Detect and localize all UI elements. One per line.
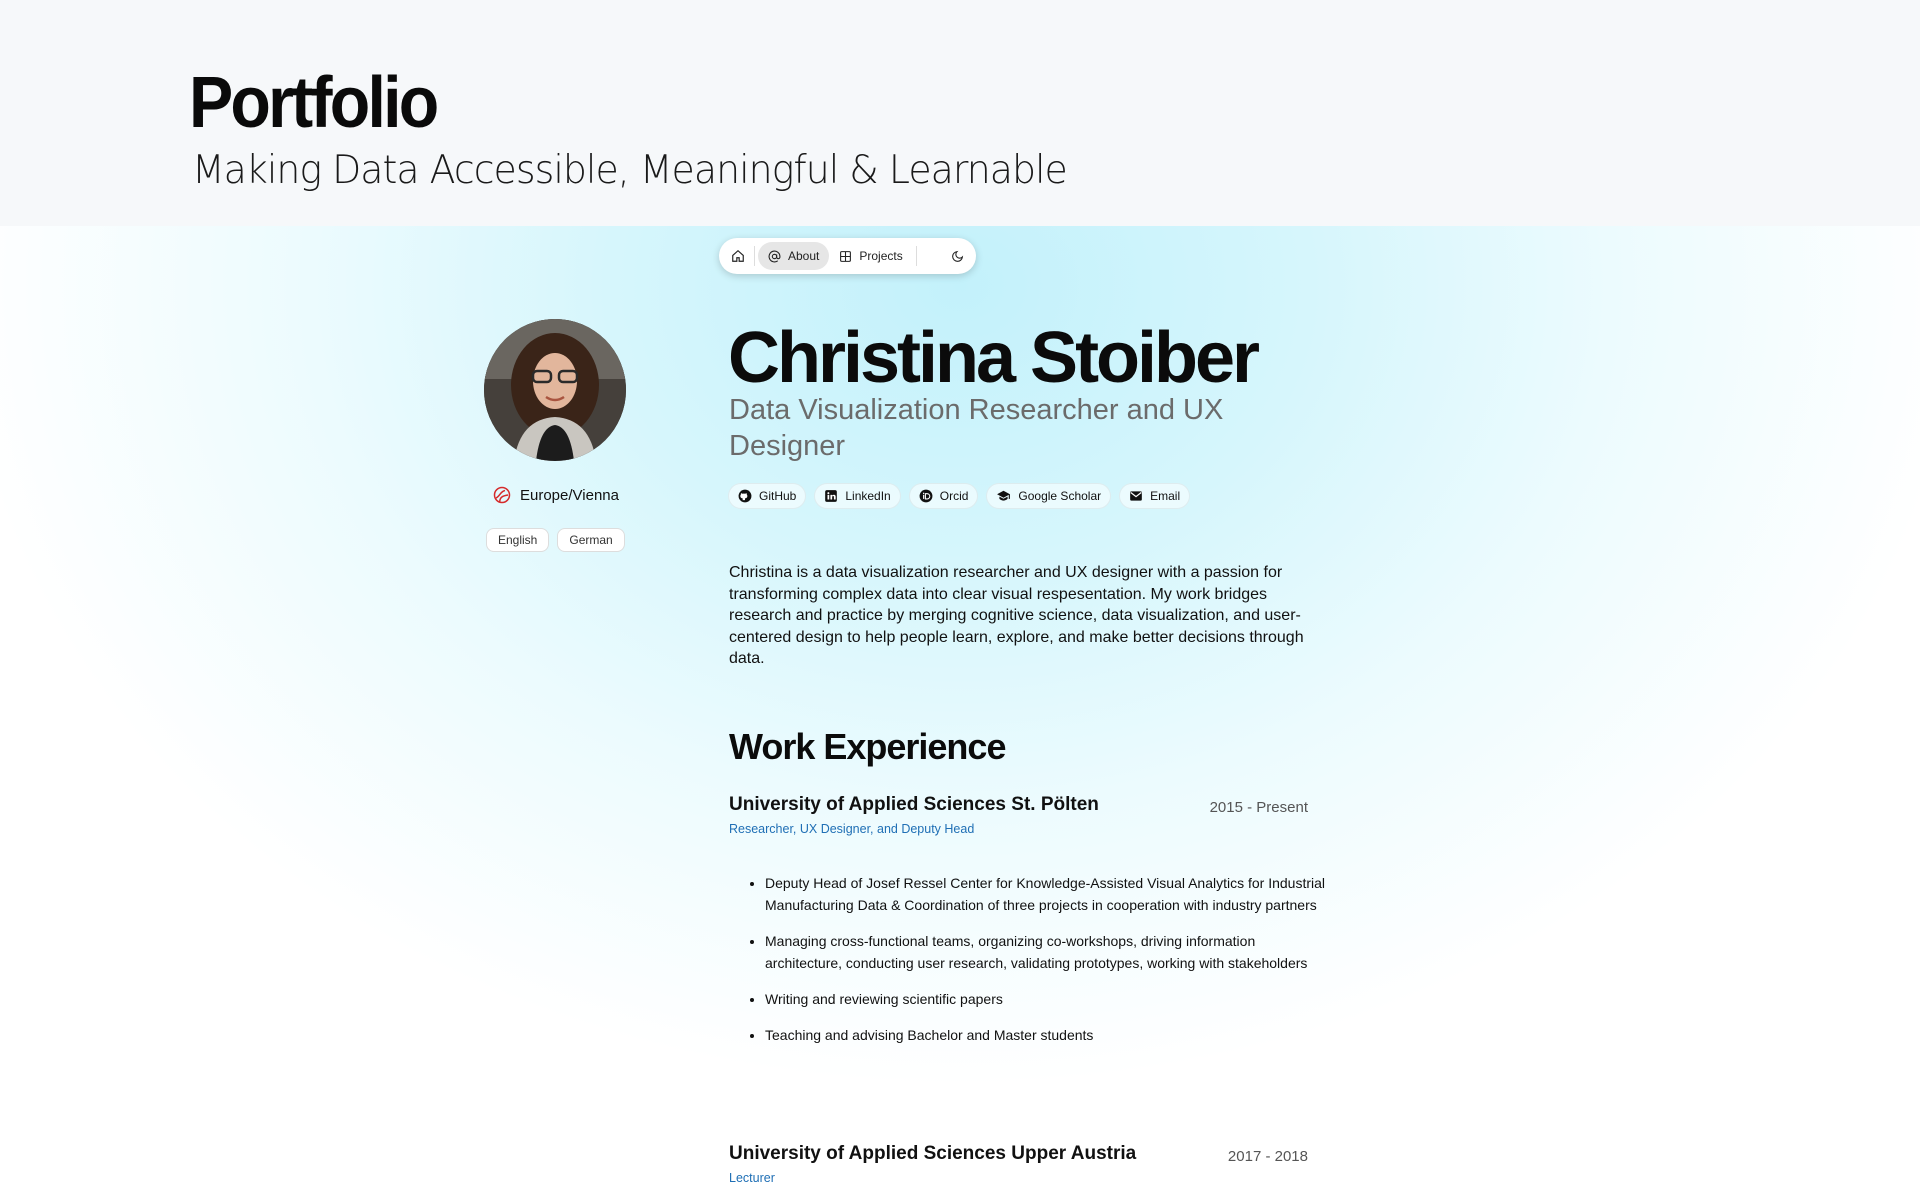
job-period: 2015 - Present (1209, 799, 1308, 816)
profile-role: Data Visualization Researcher and UX Des… (729, 394, 1224, 462)
graduation-cap-icon (997, 490, 1011, 501)
languages: English German (486, 528, 625, 552)
grid-icon (840, 250, 852, 262)
profile-photo (484, 319, 626, 461)
top-navbar: About Projects (719, 238, 976, 274)
moon-icon (951, 250, 963, 262)
language-tag: German (557, 528, 625, 552)
nav-label-projects: Projects (859, 249, 903, 263)
nav-divider (915, 246, 917, 266)
profile-page: About Projects Europe/Vienna English Ger… (0, 226, 1920, 1200)
linkedin-icon (825, 490, 838, 502)
banner-subtitle: Making Data Accessible, Meaningful & Lea… (192, 148, 1068, 193)
job-period: 2017 - 2018 (1227, 1148, 1308, 1165)
email-label: Email (1150, 489, 1181, 503)
theme-toggle-button[interactable] (944, 243, 970, 269)
nav-tab-about[interactable]: About (758, 242, 830, 270)
list-item: Deputy Head of Josef Ressel Center for K… (765, 872, 1335, 916)
profile-bio: Christina is a data visualization resear… (729, 564, 1304, 667)
list-item: Managing cross-functional teams, organiz… (765, 930, 1335, 974)
job-organization: University of Applied Sciences St. Pölte… (729, 794, 1099, 815)
list-item: Writing and reviewing scientific papers (765, 988, 1335, 1010)
banner-title: Portfolio (189, 63, 439, 143)
home-button[interactable] (725, 243, 751, 269)
profile-name: Christina Stoiber (728, 318, 1260, 398)
google-scholar-link[interactable]: Google Scholar (986, 483, 1112, 509)
list-item: Teaching and advising Bachelor and Maste… (765, 1024, 1335, 1046)
header-banner: Portfolio Making Data Accessible, Meanin… (0, 0, 1920, 226)
nav-divider (754, 246, 755, 266)
job-duties-list: Deputy Head of Josef Ressel Center for K… (747, 872, 1335, 1060)
orcid-label: Orcid (939, 489, 969, 503)
orcid-icon (919, 489, 933, 503)
nav-label-about: About (788, 249, 820, 263)
avatar (484, 319, 626, 461)
mail-icon (1130, 491, 1142, 501)
github-label: GitHub (759, 489, 797, 503)
github-icon (738, 489, 752, 503)
job-role: Researcher, UX Designer, and Deputy Head (729, 822, 975, 836)
github-link[interactable]: GitHub (728, 483, 807, 509)
at-icon (768, 250, 781, 262)
globe-icon (493, 486, 511, 504)
nav-tab-projects[interactable]: Projects (829, 242, 912, 270)
social-links: GitHub LinkedIn Orcid Google Scholar Ema… (728, 483, 1191, 509)
language-tag: English (486, 528, 550, 552)
linkedin-label: LinkedIn (845, 489, 891, 503)
home-icon (732, 249, 744, 262)
location: Europe/Vienna (493, 486, 619, 504)
orcid-link[interactable]: Orcid (908, 483, 979, 509)
work-experience-heading: Work Experience (729, 726, 1006, 767)
job-organization: University of Applied Sciences Upper Aus… (729, 1143, 1137, 1164)
linkedin-link[interactable]: LinkedIn (814, 483, 901, 509)
location-text: Europe/Vienna (520, 486, 619, 504)
job-role: Lecturer (729, 1171, 775, 1185)
email-link[interactable]: Email (1119, 483, 1191, 509)
google-scholar-label: Google Scholar (1018, 489, 1102, 503)
